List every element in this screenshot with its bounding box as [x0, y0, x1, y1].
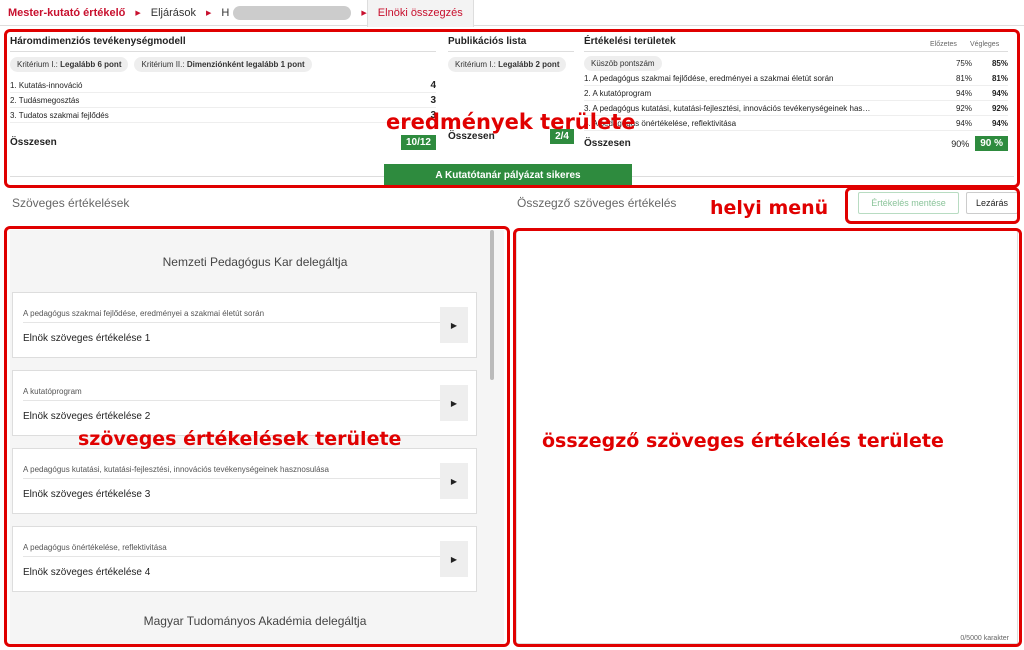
local-menu-annotation: helyi menü — [710, 197, 829, 219]
summary-area-annotation: összegző szöveges értékelés területe — [542, 430, 944, 452]
breadcrumb-item-procedures[interactable]: Eljárások — [141, 0, 206, 26]
results-area-annotation: eredmények területe — [386, 110, 636, 134]
local-menu-outline — [845, 187, 1020, 224]
breadcrumb-item-applicant[interactable]: H — [211, 0, 361, 26]
breadcrumb: Mester-kutató értékelő ▶ Eljárások ▶ H ▶… — [0, 0, 1024, 27]
redacted-name — [233, 5, 352, 20]
breadcrumb-item-evaluator[interactable]: Mester-kutató értékelő — [0, 0, 135, 26]
text-evals-annotation: szöveges értékelések területe — [78, 428, 402, 450]
text-evaluations-title: Szöveges értékelések — [12, 196, 130, 210]
results-area-outline — [4, 29, 1020, 188]
breadcrumb-item-president-summary[interactable]: Elnöki összegzés — [366, 0, 474, 27]
summary-title: Összegző szöveges értékelés — [517, 196, 677, 210]
